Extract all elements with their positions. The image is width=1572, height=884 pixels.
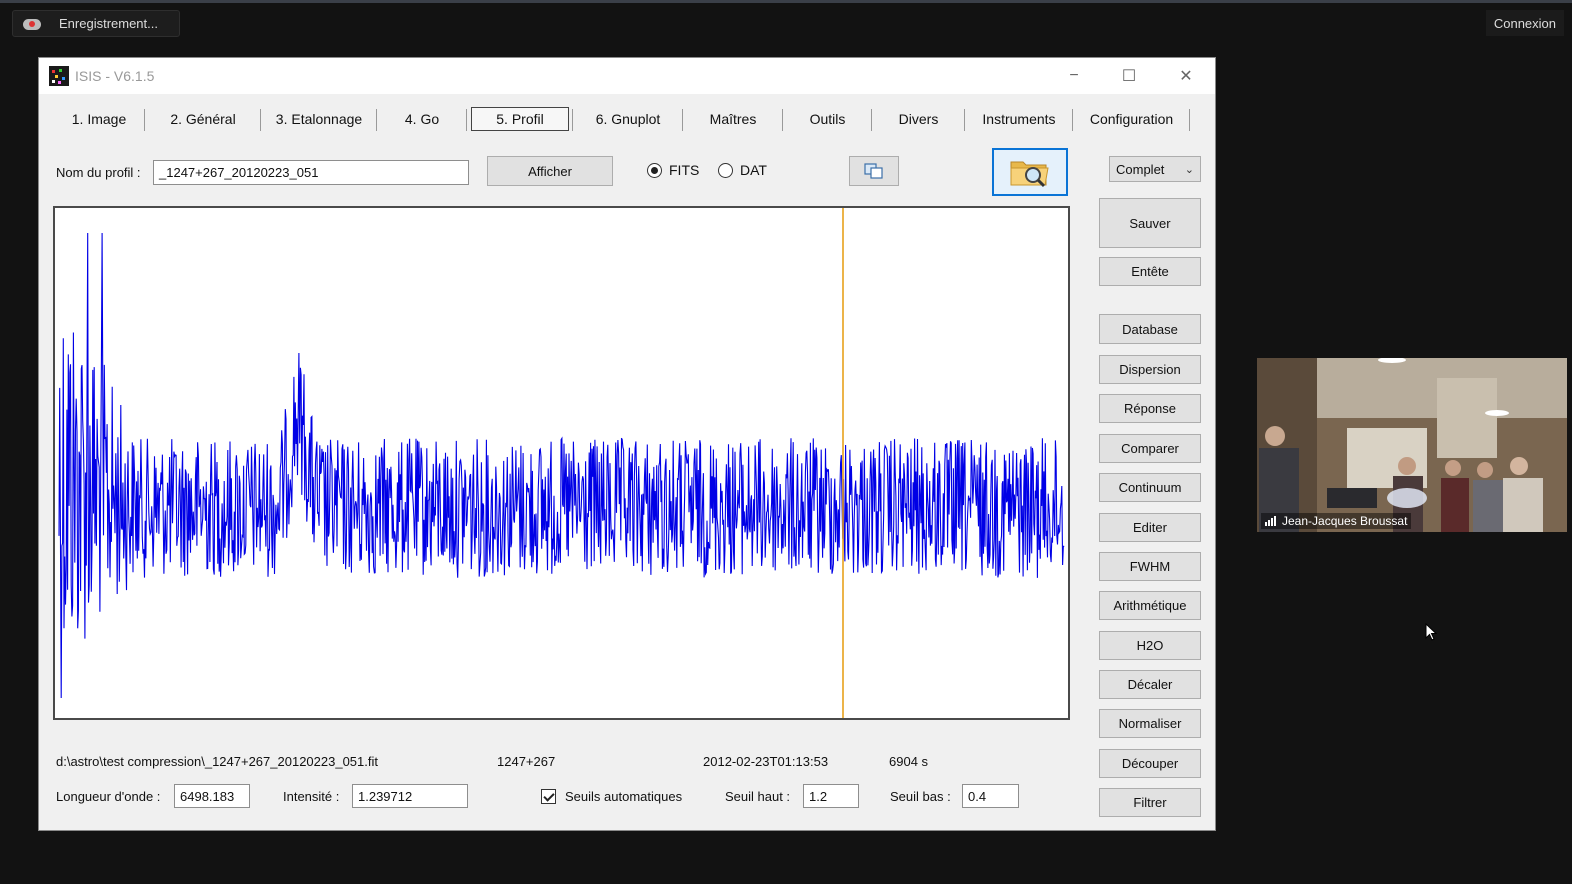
object-name-text: 1247+267 xyxy=(497,754,556,769)
database-button[interactable]: Database xyxy=(1099,314,1201,344)
editer-button[interactable]: Editer xyxy=(1099,513,1201,542)
h2o-button[interactable]: H2O xyxy=(1099,631,1201,660)
tab-etalonnage[interactable]: 3. Etalonnage xyxy=(261,106,377,132)
arithmetique-button[interactable]: Arithmétique xyxy=(1099,591,1201,620)
format-dat-label: DAT xyxy=(740,162,767,178)
top-accent-line xyxy=(0,0,1572,3)
intensity-field[interactable]: 1.239712 xyxy=(352,784,468,808)
afficher-button[interactable]: Afficher xyxy=(487,156,613,186)
maximize-button[interactable]: ☐ xyxy=(1106,58,1152,94)
connexion-button[interactable]: Connexion xyxy=(1485,10,1564,36)
entete-button[interactable]: Entête xyxy=(1099,257,1201,286)
fwhm-button[interactable]: FWHM xyxy=(1099,552,1201,581)
open-file-button[interactable] xyxy=(992,148,1068,196)
normaliser-button[interactable]: Normaliser xyxy=(1099,709,1201,738)
seuil-bas-field[interactable]: 0.4 xyxy=(962,784,1019,808)
tab-gnuplot[interactable]: 6. Gnuplot xyxy=(573,106,683,132)
continuum-button[interactable]: Continuum xyxy=(1099,473,1201,502)
tab-bar: 1. Image 2. Général 3. Etalonnage 4. Go … xyxy=(53,106,1190,132)
spectrum-plot[interactable] xyxy=(53,206,1070,720)
format-fits-label: FITS xyxy=(669,162,700,178)
radio-selected-indicator xyxy=(647,162,662,178)
minimize-button[interactable]: − xyxy=(1051,58,1097,94)
tab-instruments[interactable]: Instruments xyxy=(965,106,1073,132)
tab-configuration[interactable]: Configuration xyxy=(1073,106,1190,132)
tab-divers[interactable]: Divers xyxy=(872,106,965,132)
window-title: ISIS - V6.1.5 xyxy=(75,68,155,84)
tab-go[interactable]: 4. Go xyxy=(377,106,467,132)
tab-image[interactable]: 1. Image xyxy=(53,106,145,132)
decaler-button[interactable]: Décaler xyxy=(1099,670,1201,699)
filtrer-button[interactable]: Filtrer xyxy=(1099,788,1201,817)
seuil-bas-label: Seuil bas : xyxy=(890,789,951,804)
meeting-room-image xyxy=(1257,358,1567,532)
profile-name-input[interactable]: _1247+267_20120223_051 xyxy=(153,160,469,185)
profile-name-label: Nom du profil : xyxy=(56,165,141,180)
format-fits-radio[interactable]: FITS xyxy=(647,162,699,178)
recording-label: Enregistrement... xyxy=(59,16,158,31)
view-mode-select[interactable]: Complet ⌄ xyxy=(1109,156,1201,182)
sauver-button[interactable]: Sauver xyxy=(1099,198,1201,248)
reponse-button[interactable]: Réponse xyxy=(1099,394,1201,423)
comparer-button[interactable]: Comparer xyxy=(1099,434,1201,463)
cloud-record-icon xyxy=(23,17,41,31)
signal-strength-icon xyxy=(1265,516,1277,526)
spectrum-chart xyxy=(58,208,1065,718)
copy-button[interactable] xyxy=(849,156,899,186)
tab-profil[interactable]: 5. Profil xyxy=(467,106,573,132)
isis-app-icon xyxy=(49,66,69,86)
tab-outils[interactable]: Outils xyxy=(783,106,872,132)
copy-icon xyxy=(864,163,883,179)
title-bar: ISIS - V6.1.5 − ☐ ✕ xyxy=(39,58,1215,94)
date-time-text: 2012-02-23T01:13:53 xyxy=(703,754,829,769)
file-path-text: d:\astro\test compression\_1247+267_2012… xyxy=(56,754,378,769)
auto-threshold-label: Seuils automatiques xyxy=(565,789,683,804)
chevron-down-icon: ⌄ xyxy=(1184,164,1194,176)
intensity-label: Intensité : xyxy=(283,789,340,804)
exposure-text: 6904 s xyxy=(889,754,929,769)
participant-name-tag: Jean-Jacques Broussat xyxy=(1261,513,1412,529)
dispersion-button[interactable]: Dispersion xyxy=(1099,355,1201,384)
isis-window: ISIS - V6.1.5 − ☐ ✕ 1. Image 2. Général … xyxy=(38,57,1216,831)
decouper-button[interactable]: Découper xyxy=(1099,749,1201,778)
recording-indicator[interactable]: Enregistrement... xyxy=(12,10,180,37)
tab-general[interactable]: 2. Général xyxy=(145,106,261,132)
participant-video-thumbnail[interactable]: Jean-Jacques Broussat xyxy=(1257,358,1567,532)
mouse-pointer-icon xyxy=(1425,623,1438,641)
folder-search-icon xyxy=(1010,161,1049,188)
seuil-haut-label: Seuil haut : xyxy=(725,789,791,804)
close-button[interactable]: ✕ xyxy=(1163,58,1209,94)
checkbox-checked-icon xyxy=(541,789,556,804)
auto-threshold-checkbox[interactable]: Seuils automatiques xyxy=(541,789,682,804)
tab-maitres[interactable]: Maîtres xyxy=(683,106,783,132)
wavelength-field[interactable]: 6498.183 xyxy=(174,784,250,808)
participant-name: Jean-Jacques Broussat xyxy=(1282,514,1408,528)
seuil-haut-field[interactable]: 1.2 xyxy=(803,784,859,808)
format-dat-radio[interactable]: DAT xyxy=(718,162,767,178)
view-mode-value: Complet xyxy=(1116,161,1165,177)
spectrum-series-line xyxy=(58,232,1065,699)
wavelength-label: Longueur d'onde : xyxy=(56,789,161,804)
radio-unselected-indicator xyxy=(718,162,733,178)
